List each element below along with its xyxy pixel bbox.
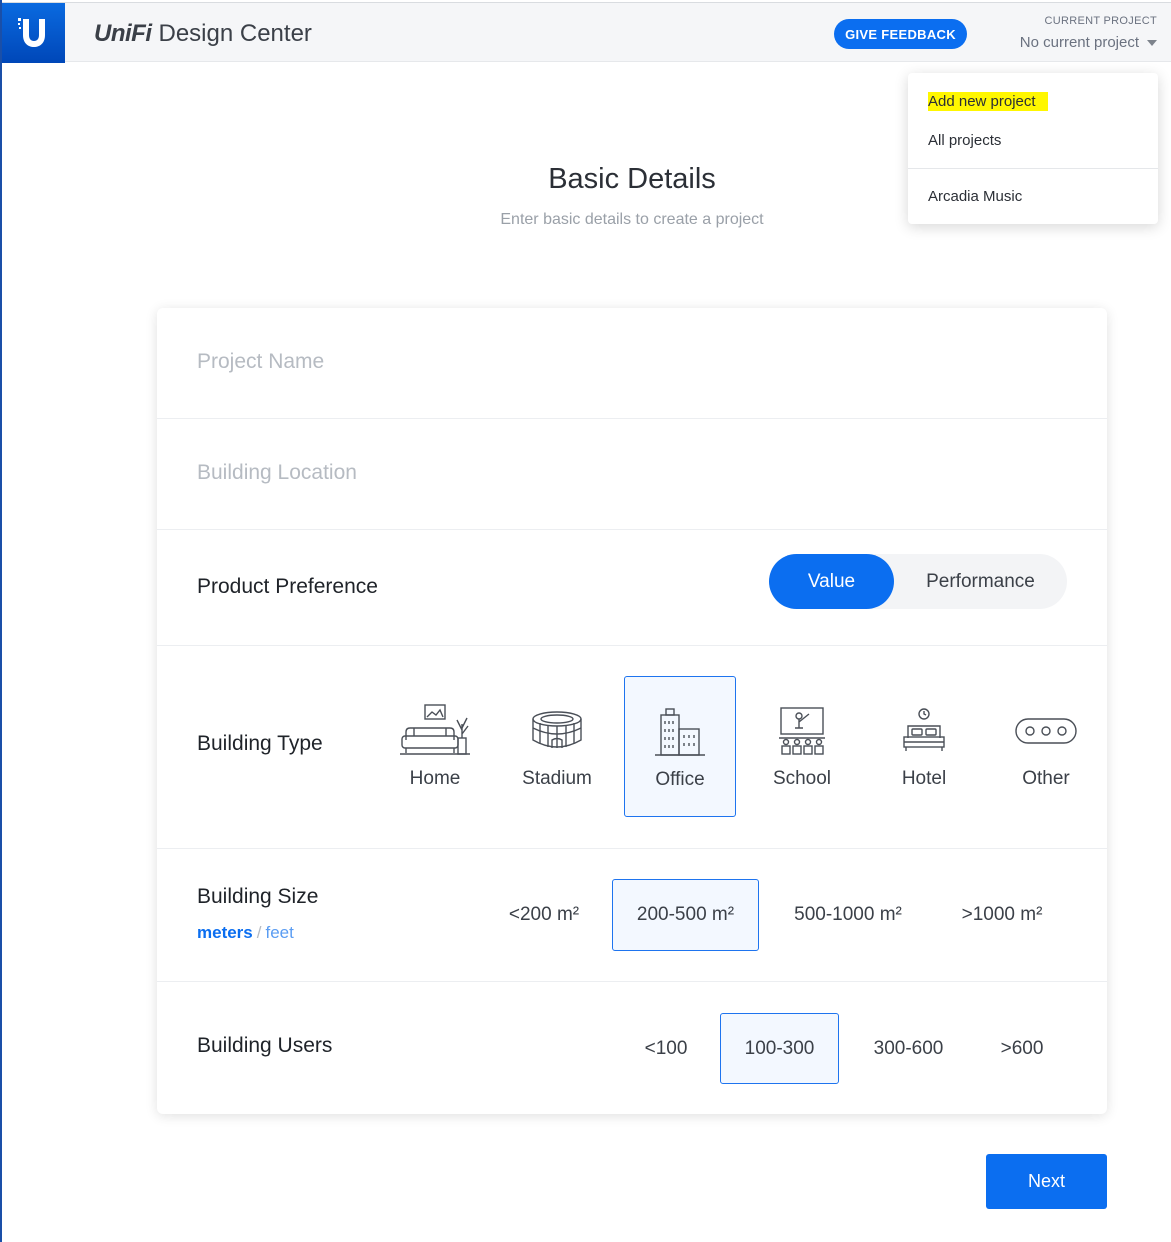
size-option[interactable]: <200 m²	[489, 879, 599, 951]
project-name-input[interactable]: Project Name	[157, 308, 1107, 419]
product-preference-label: Product Preference	[197, 575, 378, 598]
unit-feet[interactable]: feet	[266, 923, 294, 942]
brand-unifi: UniFi	[94, 20, 152, 47]
unit-separator: /	[256, 923, 262, 942]
page-subtitle: Enter basic details to create a project	[500, 211, 764, 228]
building-type-other-label: Other	[1022, 768, 1070, 789]
hotel-bed-icon	[902, 704, 946, 758]
performance-option[interactable]: Performance	[894, 554, 1067, 609]
top-bar: UniFi Design Center GIVE FEEDBACK CURREN…	[2, 2, 1171, 63]
users-option[interactable]: >600	[975, 1013, 1069, 1084]
building-type-school[interactable]: School	[746, 676, 858, 817]
project-dropdown-menu: Add new project All projects Arcadia Mus…	[908, 73, 1158, 224]
users-option[interactable]: 300-600	[847, 1013, 970, 1084]
stadium-icon	[530, 704, 584, 758]
classroom-icon	[777, 704, 827, 758]
sofa-icon	[400, 704, 470, 758]
app-brand: UniFi Design Center	[94, 17, 312, 51]
building-location-placeholder: Building Location	[197, 461, 357, 484]
building-type-other[interactable]: Other	[990, 676, 1102, 817]
current-project-value: No current project	[1019, 34, 1139, 51]
building-size-label: Building Size	[197, 885, 319, 908]
current-project-label: CURRENT PROJECT	[1044, 15, 1157, 27]
unit-switch: meters / feet	[197, 923, 294, 943]
building-type-office-label: Office	[655, 769, 705, 790]
unit-meters[interactable]: meters	[197, 923, 253, 942]
building-type-label: Building Type	[197, 732, 323, 755]
building-type-stadium[interactable]: Stadium	[501, 676, 613, 817]
menu-item-add-new-project[interactable]: Add new project	[928, 92, 1048, 111]
menu-item-all-projects[interactable]: All projects	[928, 132, 1001, 149]
caret-down-icon	[1147, 39, 1157, 46]
building-type-hotel-label: Hotel	[901, 768, 947, 789]
building-location-input[interactable]: Building Location	[157, 419, 1107, 530]
project-name-placeholder: Project Name	[197, 350, 325, 373]
building-users-label: Building Users	[197, 1034, 333, 1057]
current-project-select[interactable]: No current project	[1020, 34, 1157, 51]
product-preference-row: Product Preference Value Performance	[157, 530, 1107, 646]
basic-details-form: Project Name Building Location Product P…	[157, 308, 1107, 1114]
value-option[interactable]: Value	[769, 554, 894, 609]
building-type-home[interactable]: Home	[379, 676, 491, 817]
next-button[interactable]: Next	[986, 1154, 1107, 1209]
building-type-office[interactable]: Office	[624, 676, 736, 817]
size-option[interactable]: >1000 m²	[937, 879, 1067, 951]
size-option[interactable]: 500-1000 m²	[772, 879, 924, 951]
building-users-row: Building Users <100 100-300 300-600 >600	[157, 982, 1107, 1114]
building-size-row: Building Size meters / feet <200 m² 200-50…	[157, 849, 1107, 982]
ubiquiti-u-icon	[17, 18, 45, 47]
users-option[interactable]: <100	[617, 1013, 715, 1084]
ubiquiti-logo[interactable]	[2, 3, 65, 63]
more-dots-icon	[1015, 704, 1077, 758]
page-title: Basic Details	[548, 163, 716, 195]
product-preference-toggle: Value Performance	[769, 554, 1067, 609]
building-type-row: Building Type Home Stadium Office School…	[157, 646, 1107, 849]
brand-design-center: Design Center	[158, 20, 312, 47]
building-type-stadium-label: Stadium	[522, 768, 592, 789]
building-type-hotel[interactable]: Hotel	[868, 676, 980, 817]
building-type-school-label: School	[772, 768, 832, 789]
office-building-icon	[655, 705, 705, 759]
size-option[interactable]: 200-500 m²	[612, 879, 759, 951]
building-type-home-label: Home	[409, 768, 461, 789]
give-feedback-button[interactable]: GIVE FEEDBACK	[834, 19, 967, 49]
users-option[interactable]: 100-300	[720, 1013, 839, 1084]
